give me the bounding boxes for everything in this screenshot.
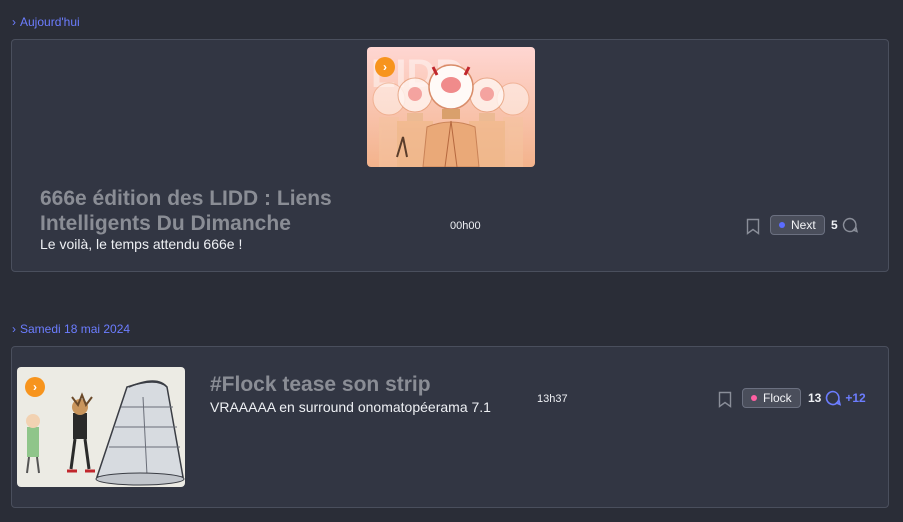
chevron-right-icon: ›	[12, 322, 16, 336]
article-card[interactable]: › #Flock tease son strip VRAAAAA en surr…	[11, 346, 889, 508]
comment-bubble-icon	[826, 390, 842, 406]
category-tag[interactable]: Flock	[742, 388, 801, 408]
category-tag[interactable]: Next	[770, 215, 825, 235]
article-card[interactable]: LIDD › 666e édition des LIDD: Liens Int…	[11, 39, 889, 272]
tag-dot	[751, 395, 757, 401]
article-title[interactable]: 666e édition des LIDD : Liens Intelligen…	[40, 186, 400, 236]
comment-count-value: 13	[808, 391, 822, 405]
comment-count[interactable]: 13 +12	[808, 390, 866, 406]
bookmark-icon[interactable]	[718, 391, 732, 408]
section-label-today: › Aujourd'hui	[12, 15, 80, 29]
tag-dot	[779, 222, 785, 228]
section-label-text: Samedi 18 mai 2024	[20, 322, 131, 336]
article-time: 00h00	[450, 220, 481, 232]
article-thumbnail[interactable]: LIDD ›	[367, 47, 535, 167]
comment-bubble-icon	[842, 217, 858, 233]
article-title[interactable]: #Flock tease son strip	[210, 372, 431, 397]
article-time: 13h37	[537, 393, 568, 405]
tag-label: Next	[791, 218, 816, 232]
next-logo-icon: ›	[25, 377, 45, 397]
article-subtitle: VRAAAAA en surround onomatopéerama 7.1	[210, 399, 491, 415]
next-logo-icon: ›	[375, 57, 395, 77]
article-thumbnail[interactable]: ›	[17, 367, 185, 487]
comment-count[interactable]: 5	[831, 217, 858, 233]
comment-count-value: 5	[831, 218, 838, 232]
chevron-right-icon: ›	[12, 15, 16, 29]
tag-label: Flock	[763, 391, 792, 405]
new-comments-count: +12	[845, 391, 866, 405]
bookmark-icon[interactable]	[746, 218, 760, 235]
section-label-text: Aujourd'hui	[20, 15, 80, 29]
article-subtitle: Le voilà, le temps attendu 666e !	[40, 236, 243, 252]
section-label-date: › Samedi 18 mai 2024	[12, 322, 130, 336]
